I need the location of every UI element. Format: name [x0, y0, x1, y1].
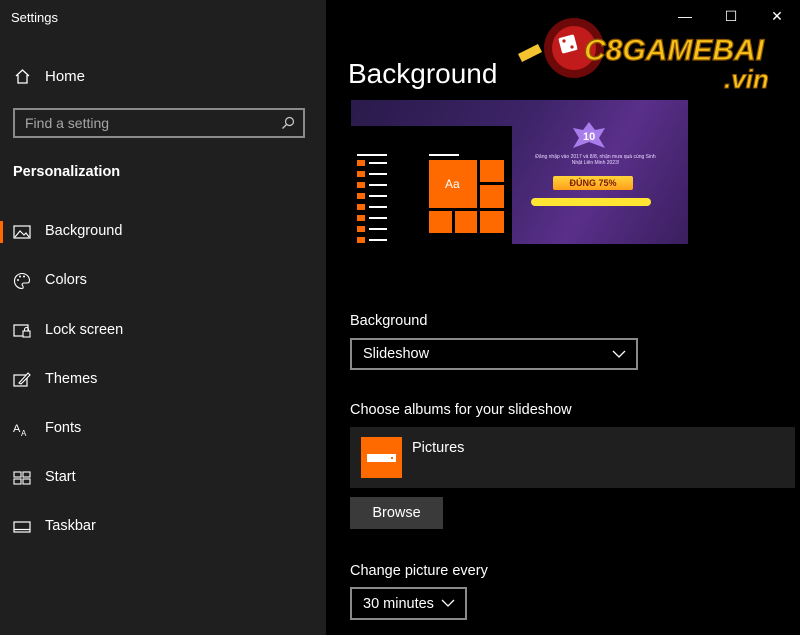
svg-text:A: A: [13, 423, 21, 435]
taskbar-icon: [13, 521, 31, 533]
sidebar-item-label: Themes: [45, 371, 98, 387]
album-item-pictures[interactable]: Pictures: [350, 427, 795, 488]
chevron-down-icon: [441, 599, 455, 607]
change-interval-value: 30 minutes: [363, 595, 434, 612]
sidebar-item-fonts[interactable]: AA Fonts: [0, 409, 326, 449]
background-preview: Aa 10 Đăng nhập vào 2017 và 8/8, nhận mư…: [351, 100, 688, 244]
sidebar-item-label: Start: [45, 469, 76, 485]
sidebar-item-label: Background: [45, 223, 123, 239]
palette-icon: [14, 272, 31, 290]
change-picture-label: Change picture every: [350, 563, 488, 579]
change-interval-dropdown[interactable]: 30 minutes: [350, 587, 467, 620]
background-dropdown-value: Slideshow: [363, 346, 430, 362]
album-name: Pictures: [412, 440, 465, 456]
sidebar: Settings Home Personalization Background…: [0, 0, 326, 635]
svg-text:10: 10: [583, 131, 595, 143]
background-icon: [13, 225, 31, 239]
sidebar-item-label: Taskbar: [45, 518, 96, 534]
sidebar-item-label: Fonts: [45, 420, 82, 436]
sidebar-item-label: Lock screen: [45, 322, 124, 338]
sidebar-item-themes[interactable]: Themes: [0, 360, 326, 400]
promo-wallpaper: 10 Đăng nhập vào 2017 và 8/8, nhận mưa q…: [513, 118, 673, 236]
tile-label: Aa: [445, 177, 460, 191]
watermark-logo: C8GAMEBAI .vin: [518, 18, 769, 95]
promo-button: [531, 198, 651, 206]
watermark-suffix: .vin: [724, 64, 769, 94]
home-label: Home: [45, 67, 86, 85]
home-icon: [15, 68, 30, 84]
promo-badge: ĐÚNG 75%: [553, 176, 633, 190]
start-icon: [13, 471, 31, 485]
sidebar-item-start[interactable]: Start: [0, 458, 326, 498]
start-menu-preview: Aa: [351, 126, 512, 244]
home-nav-item[interactable]: Home: [14, 66, 85, 86]
app-title: Settings: [11, 10, 58, 25]
watermark-text: C8GAMEBAI: [584, 34, 765, 67]
tile-grid: Aa: [429, 152, 505, 240]
lock-screen-icon: [13, 324, 31, 338]
game-logo-icon: 10: [573, 122, 605, 148]
active-indicator: [0, 221, 3, 243]
search-input[interactable]: [15, 114, 282, 132]
folder-icon: [361, 437, 402, 478]
sidebar-item-taskbar[interactable]: Taskbar: [0, 507, 326, 547]
sidebar-item-background[interactable]: Background: [0, 212, 326, 252]
search-box[interactable]: [13, 108, 305, 138]
background-dropdown[interactable]: Slideshow: [350, 338, 638, 370]
browse-button[interactable]: Browse: [350, 497, 443, 529]
promo-text: Đăng nhập vào 2017 và 8/8, nhận mưa quà …: [535, 154, 656, 166]
themes-icon: [13, 372, 31, 387]
search-icon[interactable]: [281, 116, 295, 130]
svg-text:A: A: [21, 429, 27, 438]
fonts-icon: AA: [13, 423, 27, 438]
section-title: Personalization: [13, 164, 121, 180]
sidebar-item-colors[interactable]: Colors: [0, 261, 326, 301]
chevron-down-icon: [612, 350, 626, 358]
albums-label: Choose albums for your slideshow: [350, 402, 572, 418]
background-label: Background: [350, 313, 428, 329]
sidebar-item-label: Colors: [45, 272, 87, 288]
menu-lines: [357, 154, 387, 244]
sidebar-item-lock-screen[interactable]: Lock screen: [0, 311, 326, 351]
page-title: Background: [348, 58, 498, 89]
